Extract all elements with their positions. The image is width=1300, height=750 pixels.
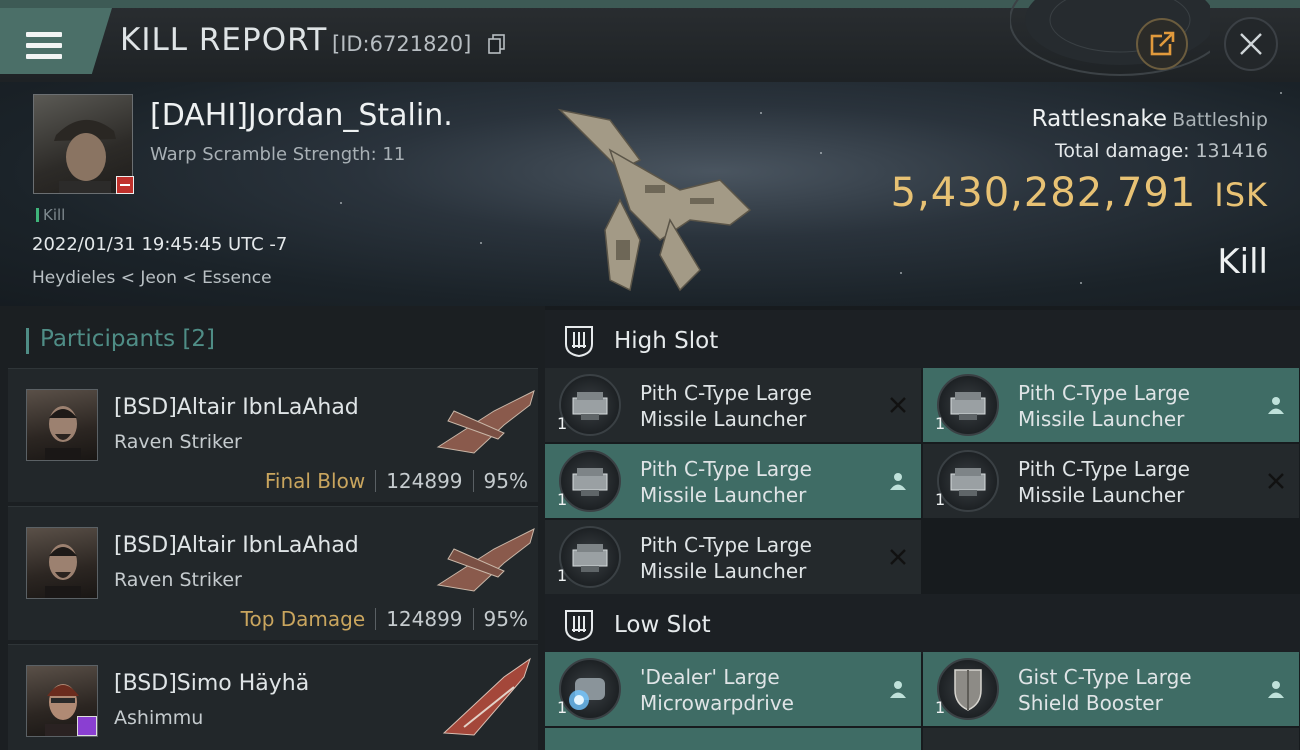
report-id: [ID:6721820]	[332, 32, 472, 56]
participant-name[interactable]: [BSD]Altair IbnLaAhad	[114, 533, 359, 558]
fitting-panel: High Slot 1 Pith C-Type Large Missile Lau…	[545, 306, 1300, 750]
participants-heading: Participants [2]	[26, 326, 215, 354]
destroyed-icon	[890, 549, 906, 565]
destroyed-icon	[890, 397, 906, 413]
missile-launcher-icon	[559, 526, 621, 588]
item-quantity: 1	[935, 414, 946, 433]
kill-type-tag: Kill	[36, 206, 65, 224]
participants-panel: Participants [2] [BSD]Altair IbnLaAhad R…	[0, 306, 545, 750]
kill-result: Kill	[1217, 242, 1268, 282]
dropped-person-icon	[890, 473, 906, 490]
item-quantity: 1	[557, 414, 568, 433]
participant-avatar[interactable]	[26, 527, 98, 599]
total-damage-label: Total damage:	[1055, 140, 1190, 162]
destroyed-icon	[1268, 473, 1284, 489]
item-quantity: 1	[935, 490, 946, 509]
isk-amount: 5,430,282,791	[890, 170, 1197, 216]
participant-name[interactable]: [BSD]Altair IbnLaAhad	[114, 395, 359, 420]
total-damage: Total damage: 131416	[1055, 140, 1268, 162]
participant-damage: 124899	[386, 469, 463, 493]
item-quantity: 1	[557, 566, 568, 585]
participant-stats: Final Blow 124899 95%	[265, 469, 528, 493]
high-slot-heading: High Slot	[545, 310, 1300, 370]
item-name: Pith C-Type Large Missile Launcher	[640, 381, 812, 431]
shield-booster-icon	[937, 658, 999, 720]
fitting-item[interactable]: 1 Pith C-Type Large Missile Launcher	[545, 444, 921, 518]
victim-banner: [DAHI]Jordan_Stalin. Warp Scramble Stren…	[0, 82, 1300, 306]
item-quantity: 1	[557, 490, 568, 509]
item-quantity: 1	[557, 698, 568, 717]
high-slot-label: High Slot	[614, 328, 719, 354]
microwarpdrive-icon	[559, 658, 621, 720]
participant-ship-image	[442, 657, 531, 736]
share-button[interactable]	[1136, 18, 1188, 70]
dropped-person-icon	[890, 681, 906, 698]
victim-ship-class: Battleship	[1172, 109, 1268, 131]
missile-launcher-icon	[937, 450, 999, 512]
victim-ship-line: Rattlesnake Battleship	[1032, 106, 1268, 132]
item-name: Pith C-Type Large Missile Launcher	[1018, 457, 1190, 507]
corp-status-badge	[116, 176, 134, 194]
copy-icon[interactable]	[488, 34, 506, 54]
participant-stats: Top Damage 124899 95%	[241, 607, 528, 631]
faction-badge	[77, 716, 97, 736]
participant-ship-image	[436, 390, 535, 454]
fitting-item-partial[interactable]	[923, 728, 1299, 750]
item-name: Pith C-Type Large Missile Launcher	[640, 457, 812, 507]
kill-location[interactable]: Heydieles < Jeon < Essence	[32, 268, 272, 288]
final-blow-tag: Final Blow	[264, 469, 366, 493]
kill-timestamp: 2022/01/31 19:45:45 UTC -7	[32, 234, 288, 255]
low-slot-heading: Low Slot	[545, 594, 1300, 654]
participant-avatar[interactable]	[26, 665, 98, 737]
victim-name[interactable]: [DAHI]Jordan_Stalin.	[150, 98, 453, 133]
isk-value: 5,430,282,791 ISK	[891, 170, 1268, 216]
dropped-person-icon	[1268, 397, 1284, 414]
menu-button[interactable]	[0, 8, 112, 74]
participant-row[interactable]: [BSD]Altair IbnLaAhad Raven Striker Top …	[8, 506, 538, 640]
close-button[interactable]	[1224, 17, 1278, 71]
participant-damage: 124899	[386, 607, 463, 631]
participant-ship-image	[436, 528, 535, 592]
isk-unit: ISK	[1214, 176, 1268, 214]
low-slot-icon	[565, 610, 593, 642]
item-name: 'Dealer' Large Microwarpdrive	[640, 665, 794, 715]
missile-launcher-icon	[937, 374, 999, 436]
participant-ship: Raven Striker	[114, 431, 242, 453]
victim-ship-image[interactable]	[550, 90, 760, 298]
total-damage-value: 131416	[1195, 140, 1268, 162]
item-name: Pith C-Type Large Missile Launcher	[640, 533, 812, 583]
participant-damage-percent: 95%	[483, 469, 528, 493]
participant-name[interactable]: [BSD]Simo Häyhä	[114, 671, 309, 696]
missile-launcher-icon	[559, 450, 621, 512]
low-slot-label: Low Slot	[614, 612, 711, 638]
participant-damage-percent: 95%	[483, 607, 528, 631]
dropped-person-icon	[1268, 681, 1284, 698]
share-icon	[1150, 31, 1175, 56]
participant-row[interactable]: [BSD]Simo Häyhä Ashimmu	[8, 644, 538, 750]
fitting-item[interactable]: 1 Pith C-Type Large Missile Launcher	[923, 368, 1299, 442]
participant-row[interactable]: [BSD]Altair IbnLaAhad Raven Striker Fina…	[8, 368, 538, 502]
close-icon	[1240, 33, 1262, 55]
fitting-item[interactable]: 1 Pith C-Type Large Missile Launcher	[923, 444, 1299, 518]
victim-ship-name[interactable]: Rattlesnake	[1032, 106, 1167, 132]
fitting-item-partial[interactable]	[545, 728, 921, 750]
missile-launcher-icon	[559, 374, 621, 436]
item-quantity: 1	[935, 698, 946, 717]
participant-ship: Ashimmu	[114, 707, 204, 729]
item-name: Gist C-Type Large Shield Booster	[1018, 665, 1192, 715]
fitting-item[interactable]: 1 'Dealer' Large Microwarpdrive	[545, 652, 921, 726]
hamburger-menu-icon	[26, 32, 64, 62]
header-bar: KILL REPORT [ID:6721820]	[0, 0, 1300, 82]
page-title: KILL REPORT	[120, 22, 328, 58]
participant-avatar[interactable]	[26, 389, 98, 461]
warp-scramble-strength: Warp Scramble Strength: 11	[150, 144, 406, 165]
item-name: Pith C-Type Large Missile Launcher	[1018, 381, 1190, 431]
fitting-item[interactable]: 1 Pith C-Type Large Missile Launcher	[545, 368, 921, 442]
fitting-item[interactable]: 1 Pith C-Type Large Missile Launcher	[545, 520, 921, 594]
fitting-item[interactable]: 1 Gist C-Type Large Shield Booster	[923, 652, 1299, 726]
high-slot-icon	[565, 326, 593, 358]
top-damage-tag: Top Damage	[240, 607, 366, 631]
participant-ship: Raven Striker	[114, 569, 242, 591]
